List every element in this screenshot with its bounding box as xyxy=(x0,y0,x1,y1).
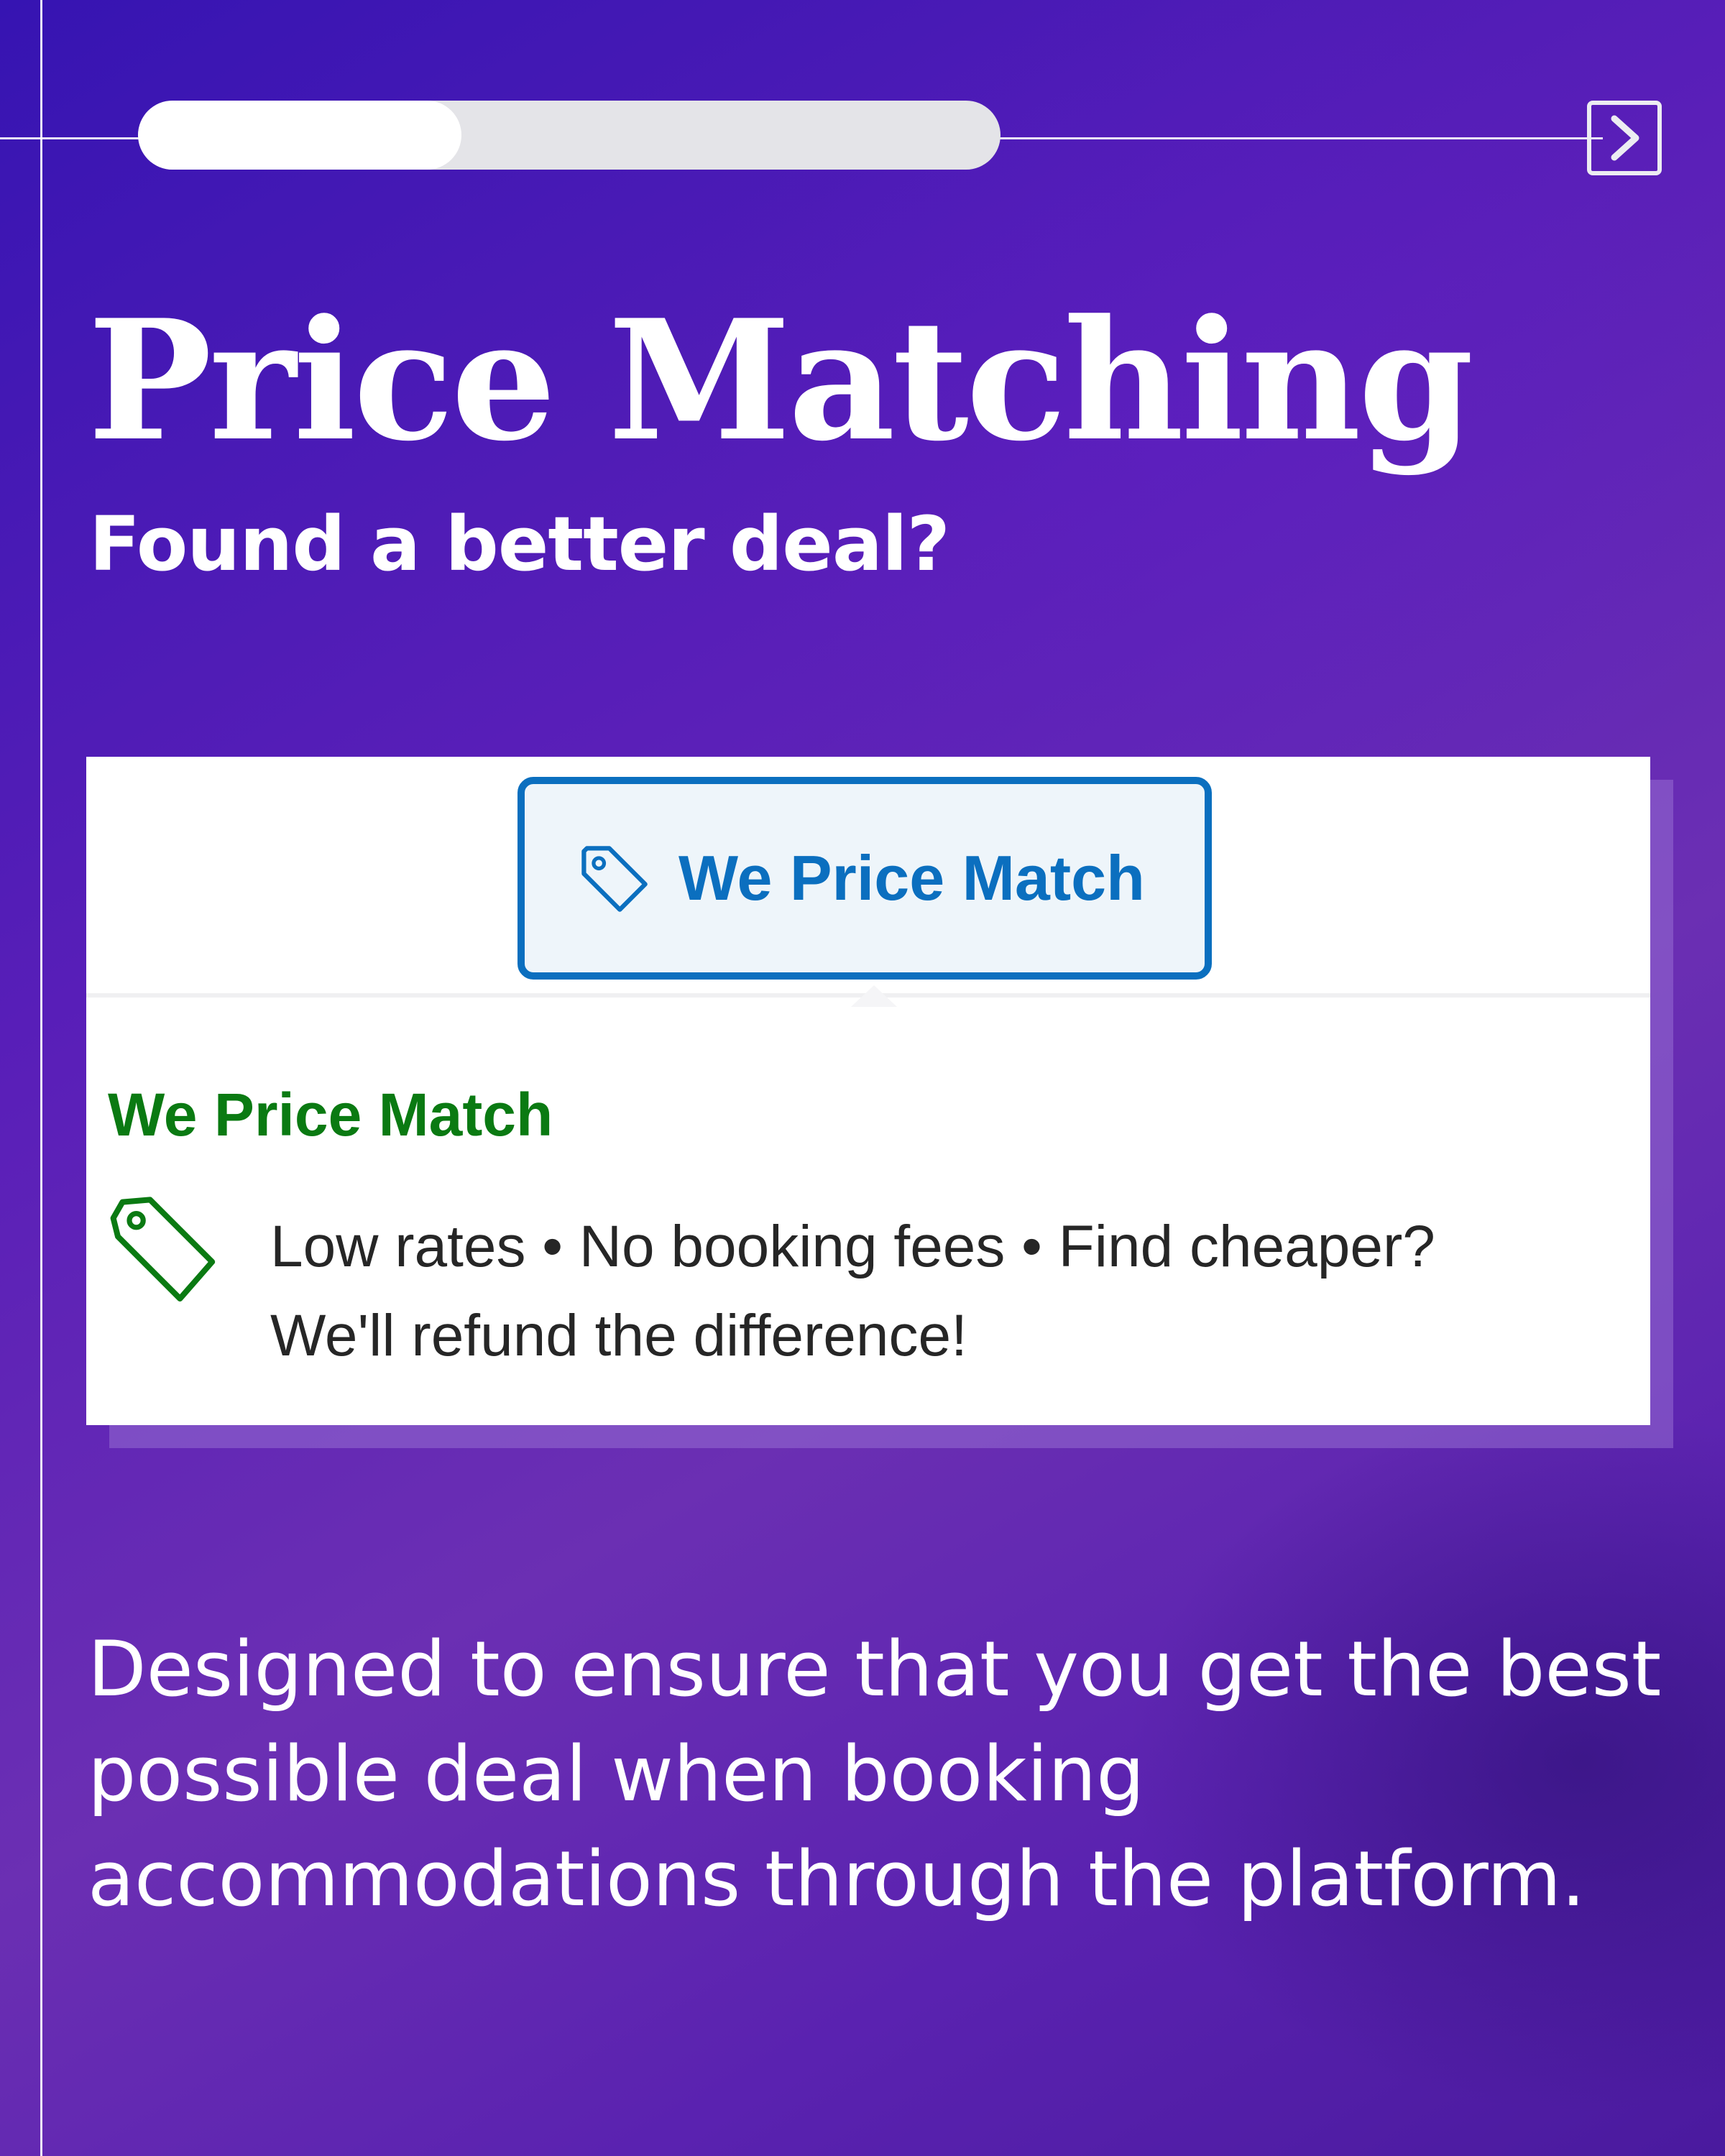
price-tag-icon xyxy=(110,1197,216,1302)
price-match-card: We Price Match We Price Match Low rates … xyxy=(86,757,1650,1425)
description-line: accommodations through the platform. xyxy=(88,1835,1586,1923)
we-price-match-button[interactable]: We Price Match xyxy=(518,777,1212,980)
next-slide-button[interactable] xyxy=(1587,101,1662,175)
we-price-match-button-label: We Price Match xyxy=(678,842,1145,913)
description-line: Designed to ensure that you get the best xyxy=(88,1625,1662,1713)
progress-bar-fill xyxy=(138,101,461,170)
left-guide-line xyxy=(40,0,42,2156)
chevron-right-icon xyxy=(1611,115,1639,161)
popup-description-line: Low rates • No booking fees • Find cheap… xyxy=(270,1214,1435,1279)
description-text: Designed to ensure that you get the best… xyxy=(88,1617,1683,1932)
page-title: Price Matching xyxy=(88,284,1473,478)
popup-heading: We Price Match xyxy=(108,1081,553,1148)
page-subtitle: Found a better deal? xyxy=(89,500,950,588)
popover-pointer xyxy=(851,985,897,1007)
description-line: possible deal when booking xyxy=(88,1730,1145,1818)
popup-description-line: We'll refund the difference! xyxy=(270,1303,967,1368)
price-tag-icon xyxy=(581,846,648,912)
progress-bar xyxy=(138,101,1000,170)
popup-description: Low rates • No booking fees • Find cheap… xyxy=(270,1202,1636,1381)
